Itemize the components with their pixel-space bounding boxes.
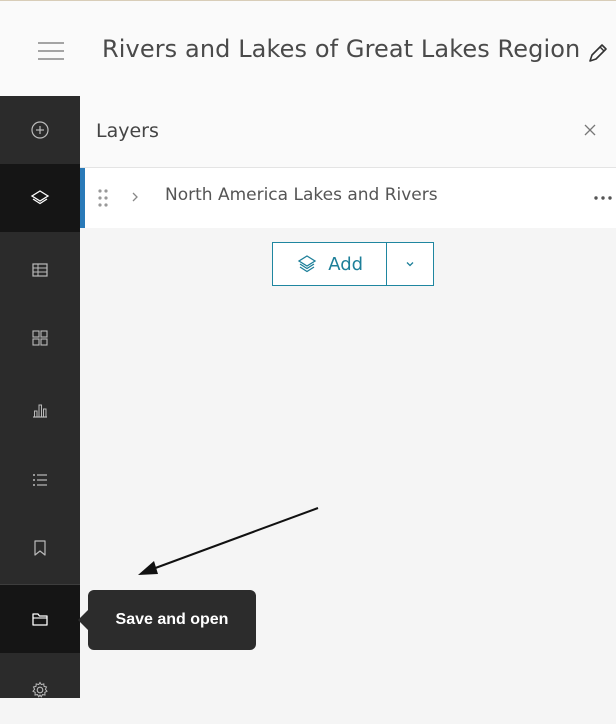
save-open-tooltip: Save and open	[88, 590, 256, 650]
chevron-right-icon[interactable]	[129, 190, 141, 204]
add-layer-split-button: Add	[272, 242, 434, 286]
settings-button-rail[interactable]	[0, 656, 80, 724]
drag-handle-icon[interactable]	[97, 188, 109, 208]
close-icon[interactable]	[582, 122, 598, 138]
bookmark-icon	[34, 540, 46, 556]
bookmark-button-rail[interactable]	[0, 514, 80, 582]
table-icon	[32, 263, 48, 277]
chart-icon	[33, 404, 47, 418]
legend-icon	[33, 474, 47, 486]
action-bar	[0, 96, 80, 698]
panel-title: Layers	[96, 120, 159, 142]
add-label: Add	[328, 253, 364, 275]
tooltip-text: Save and open	[115, 611, 229, 628]
table-button-rail[interactable]	[0, 236, 80, 304]
layers-icon	[30, 190, 50, 205]
layers-panel-header: Layers	[80, 96, 616, 168]
layer-name: North America Lakes and Rivers	[165, 185, 438, 205]
layers-button-rail[interactable]	[0, 164, 80, 232]
add-layer-button[interactable]: Add	[273, 243, 388, 285]
chevron-down-icon	[406, 262, 414, 267]
map-title: Rivers and Lakes of Great Lakes Region	[102, 35, 581, 63]
pencil-icon[interactable]	[584, 41, 610, 67]
layer-list-item[interactable]: North America Lakes and Rivers	[80, 168, 616, 228]
app-header: Rivers and Lakes of Great Lakes Region	[0, 0, 616, 96]
tooltip-pointer	[78, 610, 88, 630]
widgets-button-rail[interactable]	[0, 304, 80, 372]
gear-icon	[32, 681, 48, 698]
folder-icon	[32, 613, 48, 626]
more-options-icon[interactable]	[590, 193, 616, 203]
add-button-rail[interactable]	[0, 96, 80, 164]
save-open-button-rail[interactable]	[0, 585, 80, 653]
hamburger-icon[interactable]	[36, 41, 66, 61]
layers-add-icon	[297, 255, 317, 273]
chart-button-rail[interactable]	[0, 376, 80, 444]
legend-button-rail[interactable]	[0, 446, 80, 514]
add-dropdown-button[interactable]	[387, 243, 433, 285]
add-circle-icon	[31, 121, 49, 139]
widgets-icon	[32, 330, 48, 346]
